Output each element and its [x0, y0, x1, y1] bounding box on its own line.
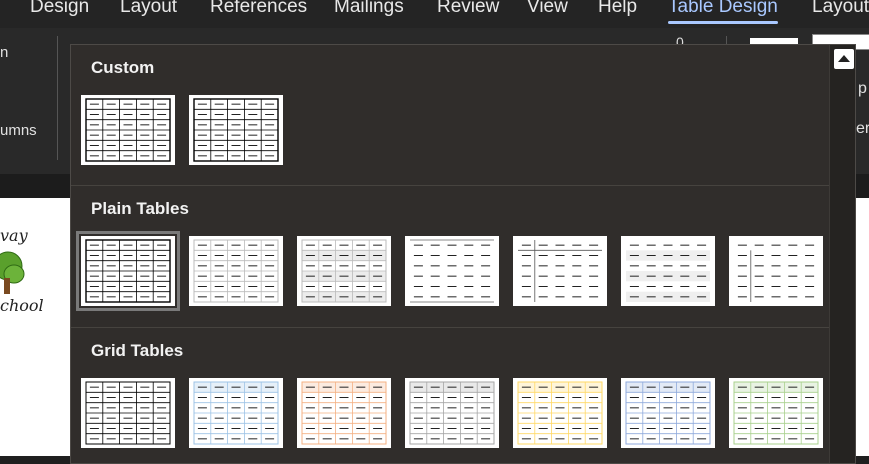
table-style-preview-icon	[301, 239, 387, 303]
menu-bar: Design Layout References Mailings Review…	[0, 0, 869, 28]
table-style-preview-icon	[85, 239, 171, 303]
tab-layout-2[interactable]: Layout	[812, 0, 869, 18]
table-style-preview-icon	[193, 239, 279, 303]
custom-table-style-1[interactable]	[81, 95, 175, 165]
section-title-custom: Custom	[91, 58, 155, 77]
document-text-bottom: chool	[0, 296, 44, 315]
table-style-preview-icon	[409, 381, 495, 445]
table-style-preview-icon	[737, 244, 815, 302]
section-title-plain: Plain Tables	[91, 199, 189, 218]
tab-table-design[interactable]: Table Design	[668, 0, 778, 24]
tree-logo	[0, 251, 25, 294]
table-style-preview-icon	[85, 98, 171, 162]
table-style-preview-icon	[517, 381, 603, 445]
custom-table-style-2[interactable]	[189, 95, 283, 165]
ribbon-divider	[57, 36, 58, 160]
gallery-scrollbar[interactable]	[829, 45, 855, 463]
tab-design[interactable]: Design	[30, 0, 89, 18]
table-style-preview-icon	[301, 381, 387, 445]
plain-table-style-7[interactable]	[729, 236, 823, 306]
ribbon-columns-label: umns	[0, 122, 37, 139]
table-style-preview-icon	[85, 381, 171, 445]
plain-table-style-1[interactable]	[76, 231, 180, 311]
section-title-grid: Grid Tables	[91, 341, 184, 360]
document-text-top: vay	[0, 226, 28, 245]
table-style-gallery: Custom Plain Tables Grid Tables	[70, 44, 856, 464]
grid-table-style-2[interactable]	[189, 378, 283, 448]
tab-review[interactable]: Review	[437, 0, 499, 18]
section-divider	[71, 185, 829, 186]
plain-table-style-5[interactable]	[513, 236, 607, 306]
plain-table-style-3[interactable]	[297, 236, 391, 306]
ribbon-fragment-right: p	[858, 80, 867, 97]
grid-table-style-6[interactable]	[621, 378, 715, 448]
table-style-preview-icon	[410, 239, 494, 303]
tab-help[interactable]: Help	[598, 0, 637, 18]
table-style-preview-icon	[518, 240, 602, 302]
grid-table-style-4[interactable]	[405, 378, 499, 448]
table-style-preview-icon	[193, 98, 279, 162]
plain-table-style-6[interactable]	[621, 236, 715, 306]
grid-table-style-7[interactable]	[729, 378, 823, 448]
plain-table-style-4[interactable]	[405, 236, 499, 306]
table-style-preview-icon	[625, 381, 711, 445]
ribbon-fragment: n	[0, 44, 9, 61]
scroll-up-arrow-icon[interactable]	[834, 49, 854, 69]
tab-view[interactable]: View	[527, 0, 568, 18]
table-style-preview-icon	[626, 244, 710, 302]
grid-table-style-3[interactable]	[297, 378, 391, 448]
tab-layout[interactable]: Layout	[120, 0, 177, 18]
plain-table-style-2[interactable]	[189, 236, 283, 306]
grid-table-style-1[interactable]	[81, 378, 175, 448]
table-style-preview-icon	[193, 381, 279, 445]
grid-table-style-5[interactable]	[513, 378, 607, 448]
section-divider	[71, 327, 829, 328]
table-style-preview-icon	[733, 381, 819, 445]
tab-references[interactable]: References	[210, 0, 307, 18]
tab-mailings[interactable]: Mailings	[334, 0, 404, 18]
ribbon-fragment-right-2: er	[856, 120, 869, 137]
